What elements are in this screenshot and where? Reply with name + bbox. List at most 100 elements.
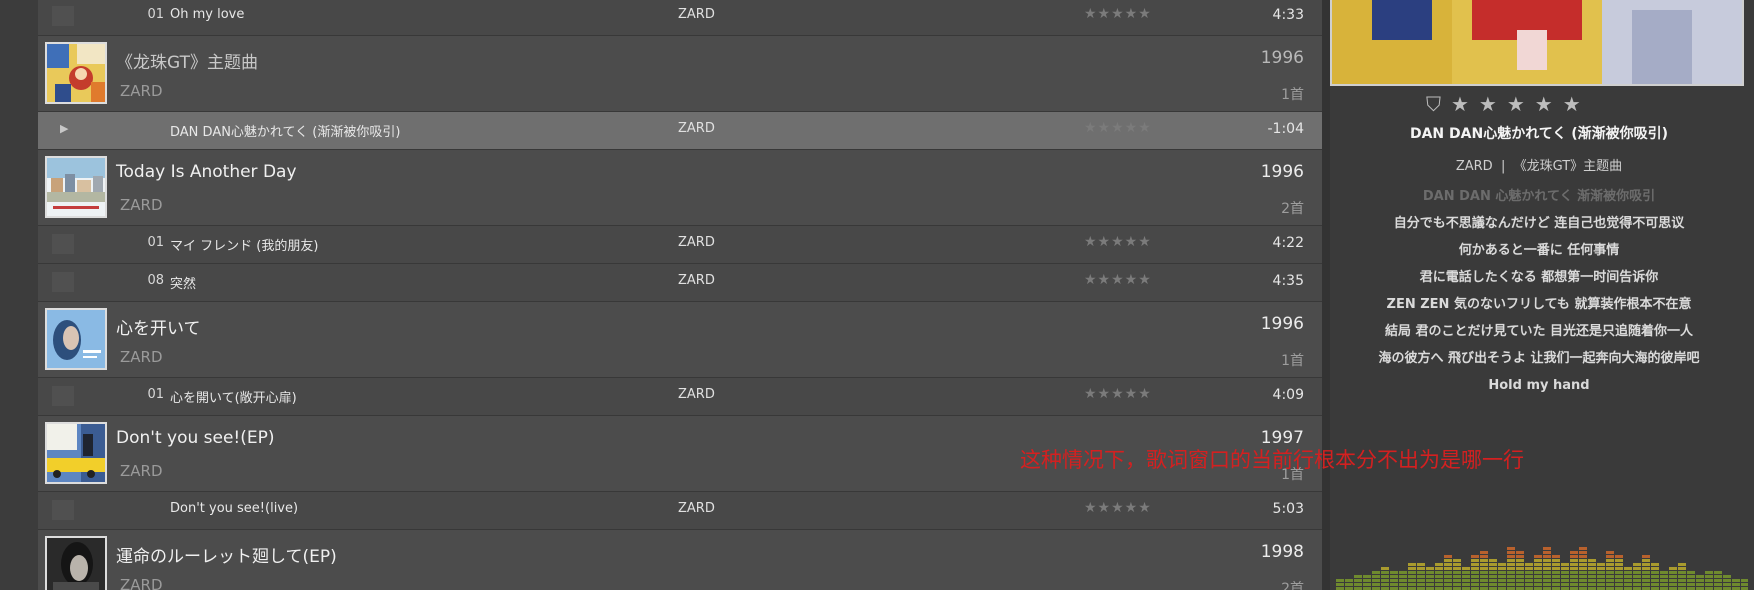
track-rating[interactable]: ★★★★★ [1084, 500, 1152, 516]
bookmark-icon[interactable]: ⛉ [1426, 92, 1451, 116]
spectrum-bar [1606, 575, 1614, 578]
album-header[interactable]: 心を开いて ZARD 1996 1首 [38, 302, 1322, 378]
spectrum-bar [1390, 579, 1398, 582]
spectrum-bar [1714, 583, 1722, 586]
spectrum-bar [1723, 583, 1731, 586]
spectrum-bar [1579, 575, 1587, 578]
spectrum-bar [1462, 571, 1470, 574]
track-duration: 4:09 [1272, 387, 1304, 403]
spectrum-bar [1534, 555, 1542, 558]
spectrum-bar [1417, 583, 1425, 586]
track-artist[interactable]: ZARD [678, 7, 715, 22]
spectrum-bar [1579, 555, 1587, 558]
now-playing-rating[interactable]: ⛉★★★★★ [1426, 92, 1591, 116]
album-header[interactable]: 運命のルーレット廻して(EP) ZARD 1998 2首 [38, 530, 1322, 590]
track-checkbox[interactable] [52, 272, 74, 292]
track-row[interactable]: Don't you see!(live) ZARD ★★★★★ 5:03 [38, 492, 1322, 530]
album-header[interactable]: Today Is Another Day ZARD 1996 2首 [38, 150, 1322, 226]
lyrics-window[interactable]: DAN DAN 心魅かれてく 渐渐被你吸引 自分でも不思議なんだけど 连自己也觉… [1330, 183, 1748, 399]
track-artist[interactable]: ZARD [678, 273, 715, 288]
track-list[interactable]: 01 Oh my love ZARD ★★★★★ 4:33 《龙珠GT》主题曲 … [38, 0, 1322, 590]
spectrum-bar [1444, 571, 1452, 574]
lyric-line: DAN DAN 心魅かれてく 渐渐被你吸引 [1422, 189, 1656, 204]
track-number: 01 [147, 7, 164, 22]
spectrum-bar [1588, 567, 1596, 570]
spectrum-bar [1354, 579, 1362, 582]
album-year: 1998 [1260, 542, 1304, 562]
spectrum-bar [1624, 579, 1632, 582]
spectrum-bar [1489, 567, 1497, 570]
track-artist[interactable]: ZARD [678, 235, 715, 250]
spectrum-bar [1435, 583, 1443, 586]
album-artist[interactable]: ZARD [120, 348, 163, 366]
spectrum-bar [1480, 551, 1488, 554]
spectrum-bar [1426, 575, 1434, 578]
track-rating[interactable]: ★★★★★ [1084, 272, 1152, 288]
spectrum-bar [1615, 583, 1623, 586]
play-icon[interactable]: ▶ [60, 122, 68, 135]
album-artist[interactable]: ZARD [120, 576, 163, 590]
track-checkbox[interactable] [52, 234, 74, 254]
spectrum-bar [1669, 571, 1677, 574]
album-artist[interactable]: ZARD [120, 82, 163, 100]
track-duration: 4:33 [1272, 7, 1304, 23]
track-artist[interactable]: ZARD [678, 121, 715, 136]
track-rating[interactable]: ★★★★★ [1084, 6, 1152, 22]
album-year: 1996 [1260, 162, 1304, 182]
spectrum-bar [1507, 547, 1515, 550]
spectrum-bar [1426, 579, 1434, 582]
spectrum-bar [1471, 583, 1479, 586]
spectrum-bar [1633, 579, 1641, 582]
track-checkbox[interactable] [52, 6, 74, 26]
spectrum-bar [1642, 567, 1650, 570]
spectrum-bar [1480, 575, 1488, 578]
track-rating[interactable]: ★★★★★ [1084, 120, 1152, 136]
spectrum-bar [1489, 563, 1497, 566]
spectrum-bar [1687, 583, 1695, 586]
spectrum-bar [1534, 563, 1542, 566]
album-track-count: 2首 [1281, 201, 1304, 217]
track-row[interactable]: 01 マイ フレンド (我的朋友) ZARD ★★★★★ 4:22 [38, 226, 1322, 264]
spectrum-bar [1552, 571, 1560, 574]
album-cover [45, 308, 107, 370]
spectrum-bar [1597, 583, 1605, 586]
spectrum-bar [1516, 563, 1524, 566]
rating-stars[interactable]: ★★★★★ [1451, 92, 1591, 116]
spectrum-bar [1426, 583, 1434, 586]
album-artist[interactable]: ZARD [120, 196, 163, 214]
scrollbar[interactable] [1322, 0, 1330, 590]
spectrum-bar [1669, 579, 1677, 582]
spectrum-bar [1462, 583, 1470, 586]
spectrum-bar [1444, 583, 1452, 586]
track-artist[interactable]: ZARD [678, 387, 715, 402]
spectrum-bar [1417, 563, 1425, 566]
spectrum-bar [1615, 555, 1623, 558]
spectrum-bar [1516, 571, 1524, 574]
lyric-line: 結局 君のことだけ見ていた 目光还是只追随着你一人 [1384, 324, 1694, 339]
track-checkbox[interactable] [52, 386, 74, 406]
track-row[interactable]: 01 Oh my love ZARD ★★★★★ 4:33 [38, 0, 1322, 36]
track-row[interactable]: 08 突然 ZARD ★★★★★ 4:35 [38, 264, 1322, 302]
spectrum-bar [1579, 559, 1587, 562]
track-rating[interactable]: ★★★★★ [1084, 386, 1152, 402]
album-artist[interactable]: ZARD [120, 462, 163, 480]
track-artist[interactable]: ZARD [678, 501, 715, 516]
spectrum-visualizer [1336, 547, 1748, 590]
spectrum-bar [1696, 583, 1704, 586]
spectrum-bar [1516, 551, 1524, 554]
spectrum-bar [1498, 583, 1506, 586]
track-row-playing[interactable]: ▶ DAN DAN心魅かれてく (渐渐被你吸引) ZARD ★★★★★ -1:0… [38, 112, 1322, 150]
track-row[interactable]: 01 心を開いて(敞开心扉) ZARD ★★★★★ 4:09 [38, 378, 1322, 416]
spectrum-bar [1624, 571, 1632, 574]
album-header[interactable]: 《龙珠GT》主题曲 ZARD 1996 1首 [38, 36, 1322, 112]
spectrum-bar [1543, 575, 1551, 578]
spectrum-bar [1615, 579, 1623, 582]
track-title: Don't you see!(live) [170, 501, 299, 516]
spectrum-bar [1615, 575, 1623, 578]
track-title: Oh my love [170, 7, 245, 22]
track-checkbox[interactable] [52, 500, 74, 520]
spectrum-bar [1678, 571, 1686, 574]
spectrum-bar [1462, 575, 1470, 578]
track-rating[interactable]: ★★★★★ [1084, 234, 1152, 250]
spectrum-bar [1507, 567, 1515, 570]
